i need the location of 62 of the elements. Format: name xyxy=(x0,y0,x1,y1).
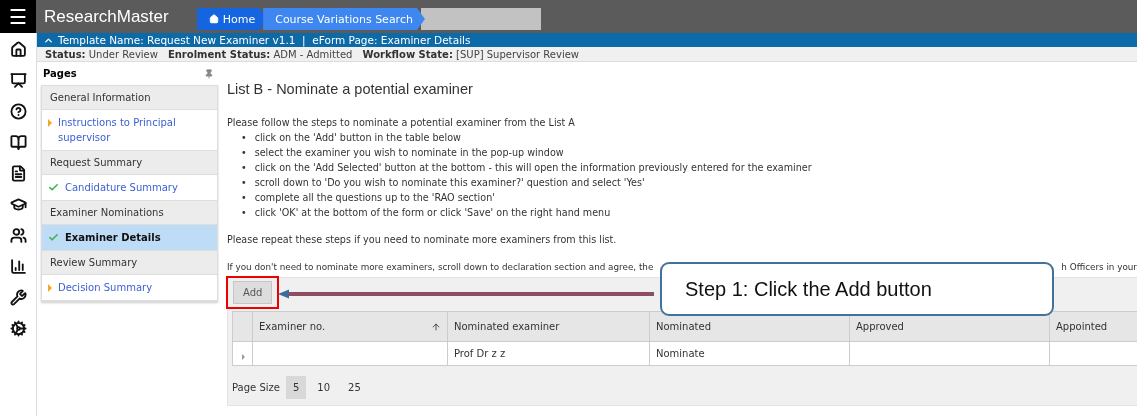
people-icon[interactable] xyxy=(9,227,27,244)
template-name: Template Name: Request New Examiner v1.1 | eForm Page: Examiner Details xyxy=(58,34,471,46)
app-title: ResearchMaster xyxy=(44,6,169,27)
page-size-option[interactable]: 10 xyxy=(310,376,338,399)
home-icon xyxy=(208,14,219,24)
page-size-label: Page Size xyxy=(232,382,280,393)
graduation-cap-icon[interactable] xyxy=(9,196,27,213)
table-cell: Nominate xyxy=(650,341,850,365)
table-cell: Prof Dr z z xyxy=(448,341,650,365)
home-icon[interactable] xyxy=(9,41,27,58)
breadcrumb-link[interactable]: Course Variations Search xyxy=(263,8,425,30)
step-item: select the examiner you wish to nominate in the pop-up window xyxy=(254,146,564,160)
section-heading: General Information xyxy=(42,86,217,110)
document-icon[interactable] xyxy=(9,165,27,182)
repeat-note: Please repeat these steps if you need to nominate more examiners from this list. xyxy=(227,233,618,247)
status-field: Workflow State: [SUP] Supervisor Review xyxy=(362,48,580,60)
page-link[interactable]: Examiner Details xyxy=(42,225,217,251)
help-icon[interactable] xyxy=(9,103,27,120)
sidebar-title: Pages xyxy=(43,68,77,79)
step-item: click on the 'Add' button in the table below xyxy=(254,131,461,145)
callout-box: Step 1: Click the Add button xyxy=(660,262,1054,316)
check-icon xyxy=(48,182,59,193)
bullet-mark: • xyxy=(241,131,247,145)
page-size-option[interactable]: 25 xyxy=(341,376,368,399)
column-header[interactable]: Appointed xyxy=(1050,312,1137,341)
step-item: scroll down to 'Do you wish to nominate this examiner?' question and select 'Yes' xyxy=(254,176,645,190)
settings-icon[interactable] xyxy=(9,320,27,337)
expand-icon[interactable] xyxy=(242,354,245,360)
page-heading: List B - Nominate a potential examiner xyxy=(227,81,474,97)
status-field: Status: Under Review xyxy=(45,48,158,60)
bullet-mark: • xyxy=(241,161,247,175)
status-field: Enrolment Status: ADM - Admitted xyxy=(167,48,353,60)
section-heading: Review Summary xyxy=(42,251,217,275)
book-icon[interactable] xyxy=(9,134,27,151)
triangle-icon xyxy=(48,284,52,292)
triangle-icon xyxy=(48,119,52,127)
intro-text: Please follow the steps to nominate a potential examiner from the List A xyxy=(227,116,576,130)
step-item: click 'OK' at the bottom of the form or click 'Save' on the right hand menu xyxy=(254,206,611,220)
bullet-mark: • xyxy=(241,176,247,190)
note-text: If you don't need to nominate more examiners, scroll down to declaration section and agree, the xyxy=(227,262,654,272)
column-header[interactable]: Nominated examiner xyxy=(448,312,650,341)
column-header[interactable]: Examiner no. xyxy=(253,312,448,341)
step-item: complete all the questions up to the 'RAO section' xyxy=(254,191,495,205)
note-text: h Officers in your xyxy=(1061,262,1137,272)
check-icon xyxy=(48,232,59,243)
page-link[interactable]: Decision Summary xyxy=(42,275,217,301)
page-link[interactable]: Instructions to Principal supervisor xyxy=(42,110,217,151)
bullet-mark: • xyxy=(241,191,247,205)
page-size-option[interactable]: 5 xyxy=(285,376,307,399)
pin-icon[interactable] xyxy=(204,68,214,79)
wrench-icon[interactable] xyxy=(9,289,27,306)
bullet-mark: • xyxy=(241,206,247,220)
section-heading: Examiner Nominations xyxy=(42,201,217,225)
presentation-icon[interactable] xyxy=(9,72,27,89)
step-item: click on the 'Add Selected' button at the bottom - this will open the information previously entered for the examiner xyxy=(254,161,812,175)
menu-button[interactable]: ☰ xyxy=(0,0,36,33)
add-button[interactable]: Add xyxy=(233,281,273,304)
breadcrumb-label: Home xyxy=(222,12,256,26)
bullet-mark: • xyxy=(241,146,247,160)
section-heading: Request Summary xyxy=(42,151,217,175)
page-link[interactable]: Candidature Summary xyxy=(42,175,217,201)
bar-chart-icon[interactable] xyxy=(9,258,27,275)
